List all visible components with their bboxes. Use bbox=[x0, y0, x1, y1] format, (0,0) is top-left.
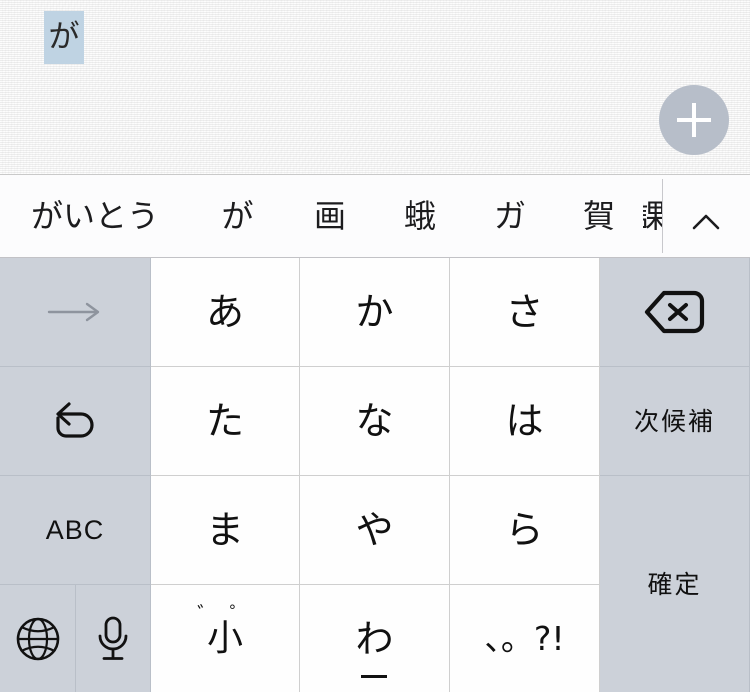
candidate-item[interactable]: 蛾 bbox=[375, 175, 465, 257]
small-kana-key[interactable]: ゛ ゜ 小 bbox=[151, 585, 300, 692]
kana-ha-key[interactable]: は bbox=[450, 367, 600, 476]
abc-mode-key[interactable]: ABC bbox=[0, 476, 151, 585]
key-label: あ bbox=[205, 290, 244, 334]
dakuten-handakuten-marks: ゛ ゜ bbox=[197, 601, 253, 626]
key-label: は bbox=[505, 399, 544, 443]
candidate-suggestion-bar: がいとう が 画 蛾 ガ 賀 課 bbox=[0, 175, 750, 258]
next-candidate-key[interactable]: 次候補 bbox=[600, 367, 750, 476]
key-label: 次候補 bbox=[633, 406, 715, 436]
underscore-mark bbox=[361, 674, 388, 678]
kana-ra-key[interactable]: ら bbox=[450, 476, 600, 585]
key-label: た bbox=[205, 399, 244, 443]
key-label: ら bbox=[505, 508, 544, 552]
backspace-key[interactable] bbox=[600, 258, 750, 367]
undo-icon bbox=[56, 402, 94, 438]
plus-icon-vertical bbox=[692, 103, 696, 137]
punctuation-key[interactable]: 、。?! bbox=[450, 585, 600, 692]
key-label: わ bbox=[355, 616, 394, 661]
ime-screen: が がいとう が 画 蛾 ガ 賀 課 bbox=[0, 0, 750, 692]
add-button[interactable] bbox=[659, 85, 729, 155]
candidate-item[interactable]: 賀 bbox=[555, 175, 643, 257]
backspace-icon bbox=[644, 290, 704, 334]
expand-candidates-button[interactable] bbox=[663, 175, 750, 257]
kana-ya-key[interactable]: や bbox=[300, 476, 450, 585]
small-kana-glyph: ゛ ゜ 小 bbox=[197, 604, 249, 659]
key-label: 小 bbox=[206, 617, 243, 659]
candidate-item[interactable]: 画 bbox=[285, 175, 375, 257]
kana-na-key[interactable]: な bbox=[300, 367, 450, 476]
key-label: か bbox=[355, 290, 394, 334]
kana-ma-key[interactable]: ま bbox=[151, 476, 300, 585]
kana-ka-key[interactable]: か bbox=[300, 258, 450, 367]
text-editing-area[interactable]: が bbox=[0, 0, 750, 175]
confirm-key[interactable]: 確定 bbox=[600, 476, 750, 692]
keyboard: あ か さ た な は 次候補 ABC ま や ら 確定 ゛ ゜ 小 わ 、。?… bbox=[0, 258, 750, 692]
key-label: ま bbox=[205, 508, 244, 552]
undo-key[interactable] bbox=[0, 367, 151, 476]
candidate-item[interactable]: がいとう bbox=[0, 175, 190, 257]
kana-ta-key[interactable]: た bbox=[151, 367, 300, 476]
microphone-icon bbox=[98, 616, 128, 660]
dictation-key[interactable] bbox=[76, 585, 151, 692]
key-label: さ bbox=[505, 290, 544, 334]
kana-sa-key[interactable]: さ bbox=[450, 258, 600, 367]
key-label: 、。?! bbox=[484, 619, 565, 658]
arrow-right-icon bbox=[47, 302, 100, 322]
kana-a-key[interactable]: あ bbox=[151, 258, 300, 367]
kana-wa-glyph: わ bbox=[355, 616, 394, 678]
key-label: や bbox=[355, 508, 394, 552]
composing-text[interactable]: が bbox=[44, 11, 84, 64]
globe-icon bbox=[16, 617, 59, 660]
kana-wa-key[interactable]: わ bbox=[300, 585, 450, 692]
globe-key[interactable] bbox=[0, 585, 76, 692]
key-label: な bbox=[355, 399, 394, 443]
chevron-up-icon bbox=[692, 214, 720, 230]
key-label: 確定 bbox=[647, 569, 702, 599]
key-label: ABC bbox=[45, 514, 105, 545]
candidate-item[interactable]: が bbox=[190, 175, 285, 257]
cursor-right-key[interactable] bbox=[0, 258, 151, 367]
candidate-list[interactable]: がいとう が 画 蛾 ガ 賀 課 bbox=[0, 175, 666, 257]
candidate-item[interactable]: ガ bbox=[465, 175, 555, 257]
